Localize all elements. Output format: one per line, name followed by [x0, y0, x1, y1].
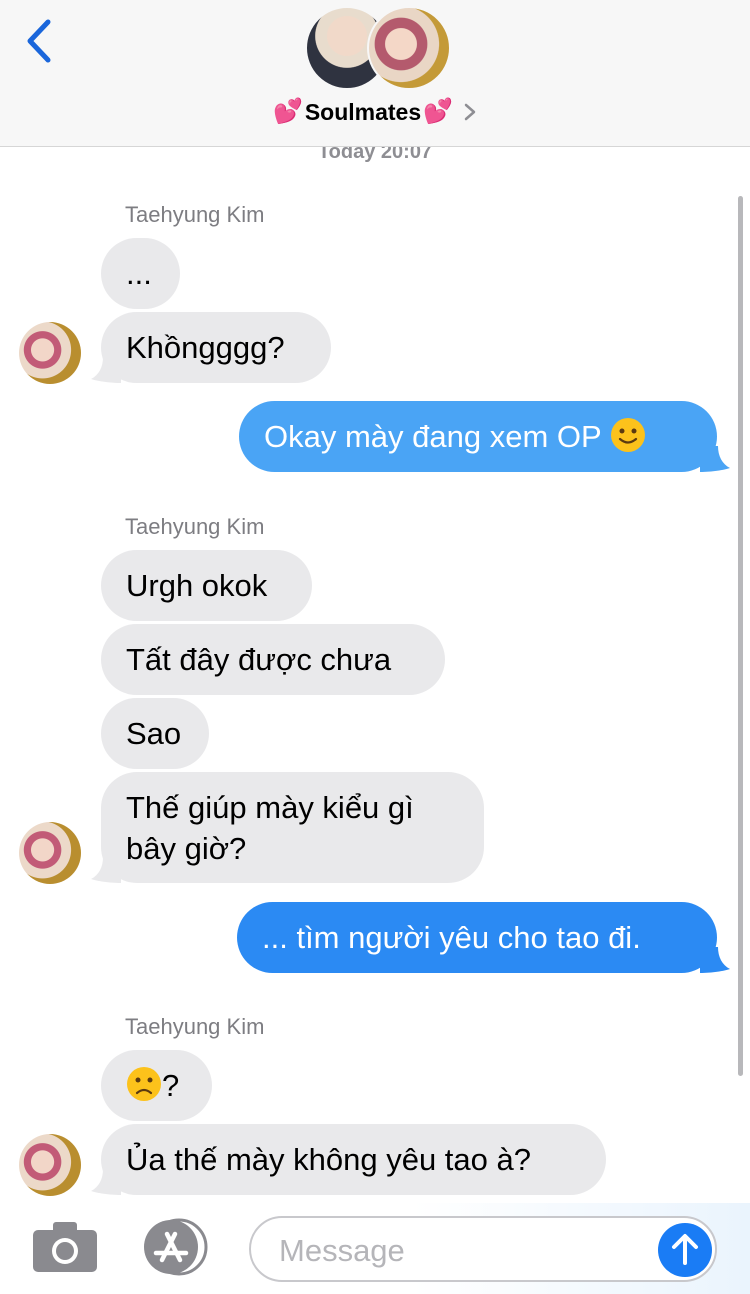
- avatar[interactable]: [19, 322, 81, 384]
- message-bubble-incoming[interactable]: Urgh okok: [101, 550, 312, 621]
- message-bubble-incoming[interactable]: Tất đây được chưa: [101, 624, 445, 695]
- bubble-tail: [700, 947, 730, 973]
- message-text: ...: [126, 256, 152, 291]
- camera-button[interactable]: [33, 1222, 97, 1272]
- message-bubble-incoming[interactable]: Ủa thế mày không yêu tao à?: [101, 1124, 606, 1195]
- conversation-header: 💕 Soulmates 💕: [0, 0, 750, 147]
- avatar: [367, 6, 451, 90]
- message-bubble-incoming[interactable]: Sao: [101, 698, 209, 769]
- message-bubble-incoming[interactable]: Thế giúp mày kiểu gì bây giờ?: [101, 772, 484, 883]
- message-text: Sao: [126, 716, 182, 751]
- message-input-field[interactable]: [249, 1216, 717, 1282]
- sender-name: Taehyung Kim: [125, 202, 265, 227]
- avatar[interactable]: [19, 822, 81, 884]
- sender-name: Taehyung Kim: [125, 514, 265, 539]
- message-bubble-incoming[interactable]: Khồngggg?: [101, 312, 331, 383]
- conversation-title: Soulmates: [304, 98, 422, 125]
- message-bubble-outgoing[interactable]: ... tìm người yêu cho tao đi.: [237, 902, 717, 973]
- scrollbar[interactable]: [738, 196, 743, 1076]
- bubble-tail: [700, 446, 730, 472]
- app-store-icon: [144, 1218, 208, 1276]
- camera-icon: [33, 1222, 97, 1272]
- message-input[interactable]: [277, 1230, 641, 1272]
- message-text: Khồngggg?: [126, 330, 285, 365]
- chevron-left-icon: [27, 19, 51, 63]
- message-text: ... tìm người yêu cho tao đi.: [262, 920, 641, 955]
- bubble-tail: [91, 1169, 121, 1195]
- avatar[interactable]: [19, 1134, 81, 1196]
- arrow-up-icon: [672, 1234, 698, 1265]
- send-button[interactable]: [658, 1223, 712, 1277]
- message-bubble-incoming[interactable]: ?: [101, 1050, 212, 1121]
- message-text: Tất đây được chưa: [126, 642, 392, 677]
- message-text: Okay mày đang xem OP: [264, 419, 602, 454]
- heart-icon: 💕: [423, 98, 454, 125]
- back-button[interactable]: [22, 18, 58, 64]
- bubble-tail: [91, 857, 121, 883]
- message-bubble-incoming[interactable]: ...: [101, 238, 180, 309]
- slightly-frowning-face-icon: [127, 1067, 161, 1101]
- message-text: Ủa thế mày không yêu tao à?: [126, 1142, 531, 1177]
- slightly-smiling-face-icon: [610, 418, 645, 452]
- message-text: Thế giúp mày kiểu gì: [126, 790, 414, 825]
- bubble-tail: [91, 357, 121, 383]
- conversation-title-button[interactable]: 💕 Soulmates 💕: [0, 92, 750, 132]
- message-text: ?: [162, 1068, 180, 1103]
- sender-name: Taehyung Kim: [125, 1014, 265, 1039]
- app-store-button[interactable]: [141, 1218, 213, 1276]
- group-avatars[interactable]: [305, 6, 451, 90]
- message-text: Urgh okok: [126, 568, 268, 603]
- heart-icon: 💕: [272, 98, 303, 125]
- message-bubble-outgoing[interactable]: Okay mày đang xem OP: [239, 401, 717, 472]
- chevron-right-icon: [464, 103, 476, 121]
- message-text: bây giờ?: [126, 831, 247, 866]
